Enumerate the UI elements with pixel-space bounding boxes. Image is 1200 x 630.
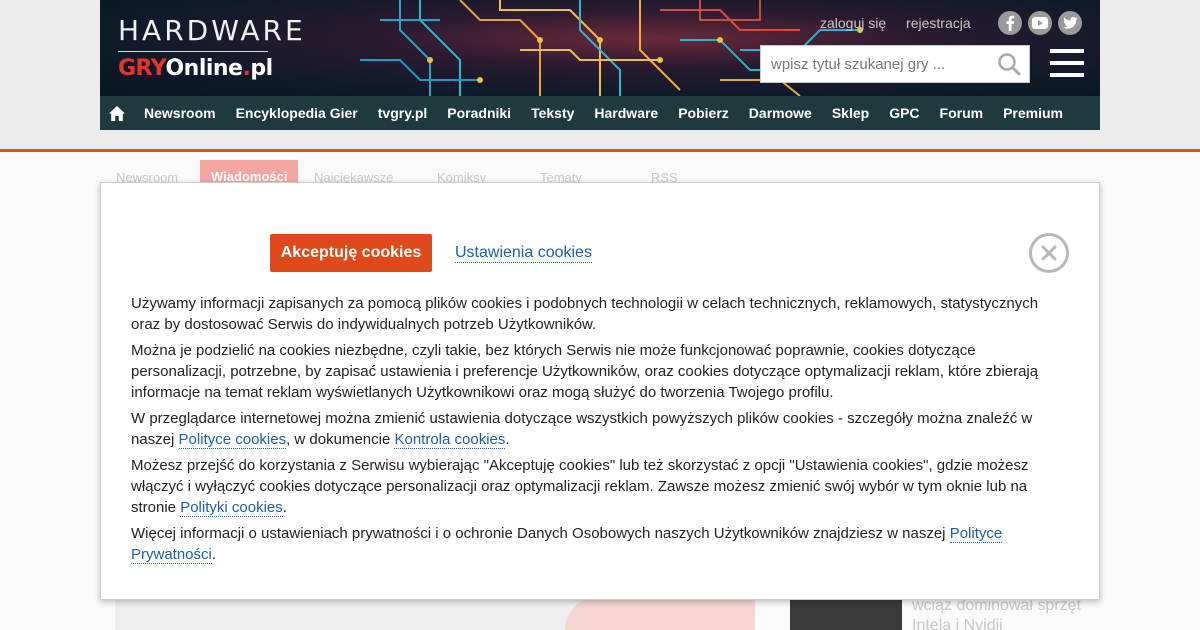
cookie-info-text: Używamy informacji zapisanych za pomocą …: [131, 293, 1061, 570]
p5-text-b: .: [211, 546, 217, 563]
accept-cookies-button[interactable]: Akceptuję cookies: [270, 234, 432, 272]
logo-brand-tld: pl: [250, 56, 273, 81]
nav-item-poradniki[interactable]: Poradniki: [437, 105, 521, 121]
logo-brand-red: GRY: [118, 56, 166, 81]
cookie-consent-modal: Akceptuję cookies Ustawienia cookies Uży…: [100, 182, 1100, 600]
cookie-control-link[interactable]: Kontrola cookies: [394, 431, 506, 449]
cookie-paragraph-2: Można je podzielić na cookies niezbędne,…: [131, 342, 1039, 401]
search-input[interactable]: [761, 46, 991, 82]
search-icon[interactable]: [997, 52, 1021, 81]
cookie-paragraph-3: W przeglądarce internetowej można zmieni…: [131, 408, 1061, 450]
p3-text-b: , w dokumencie: [286, 431, 395, 448]
main-nav: Newsroom Encyklopedia Gier tvgry.pl Pora…: [100, 96, 1100, 130]
nav-item-newsroom[interactable]: Newsroom: [134, 105, 226, 121]
nav-item-premium[interactable]: Premium: [993, 105, 1073, 121]
cookie-policy-page-link[interactable]: Polityki cookies: [180, 499, 283, 517]
cookie-paragraph-4: Możesz przejść do korzystania z Serwisu …: [131, 455, 1061, 518]
home-icon[interactable]: [100, 96, 134, 130]
side-article-thumbnail[interactable]: [790, 597, 902, 630]
nav-item-encyklopedia-gier[interactable]: Encyklopedia Gier: [226, 105, 368, 121]
nav-item-pobierz[interactable]: Pobierz: [668, 105, 739, 121]
close-icon[interactable]: [1029, 233, 1069, 273]
logo-hardware[interactable]: HARDWARE: [118, 14, 306, 47]
nav-item-forum[interactable]: Forum: [930, 105, 994, 121]
p3-text-c: .: [505, 431, 510, 448]
nav-item-darmowe[interactable]: Darmowe: [739, 105, 822, 121]
facebook-icon[interactable]: [998, 11, 1022, 35]
youtube-icon[interactable]: [1028, 11, 1052, 35]
cookie-paragraph-1: Używamy informacji zapisanych za pomocą …: [131, 295, 1039, 333]
side-article-title[interactable]: wciąż dominował sprzęt Intela i Nvidii: [912, 596, 1092, 630]
nav-item-sklep[interactable]: Sklep: [822, 105, 879, 121]
cookie-policy-link[interactable]: Polityce cookies: [178, 431, 287, 449]
p5-text-a: Więcej informacji o ustawieniach prywatn…: [131, 525, 950, 542]
twitter-icon[interactable]: [1058, 11, 1082, 35]
login-link[interactable]: zaloguj się: [820, 15, 886, 31]
nav-item-tvgry[interactable]: tvgry.pl: [368, 105, 438, 121]
cookie-settings-link[interactable]: Ustawienia cookies: [455, 243, 592, 263]
logo-divider: [118, 51, 268, 52]
logo-brand-white: Online: [165, 56, 243, 81]
register-link[interactable]: rejestracja: [906, 15, 971, 31]
cookie-paragraph-5: Więcej informacji o ustawieniach prywatn…: [131, 523, 1061, 565]
nav-item-gpc[interactable]: GPC: [879, 105, 929, 121]
hamburger-menu-icon[interactable]: [1050, 49, 1084, 77]
search-box: [760, 45, 1030, 83]
p4-text-b: .: [282, 499, 287, 516]
site-header: HARDWARE GRYOnline.pl zaloguj się rejest…: [100, 0, 1100, 96]
account-links: zaloguj się rejestracja: [820, 15, 987, 31]
logo-gryonline[interactable]: GRYOnline.pl: [118, 56, 273, 81]
nav-item-teksty[interactable]: Teksty: [521, 105, 584, 121]
nav-item-hardware[interactable]: Hardware: [584, 105, 668, 121]
article-image[interactable]: [115, 597, 755, 630]
